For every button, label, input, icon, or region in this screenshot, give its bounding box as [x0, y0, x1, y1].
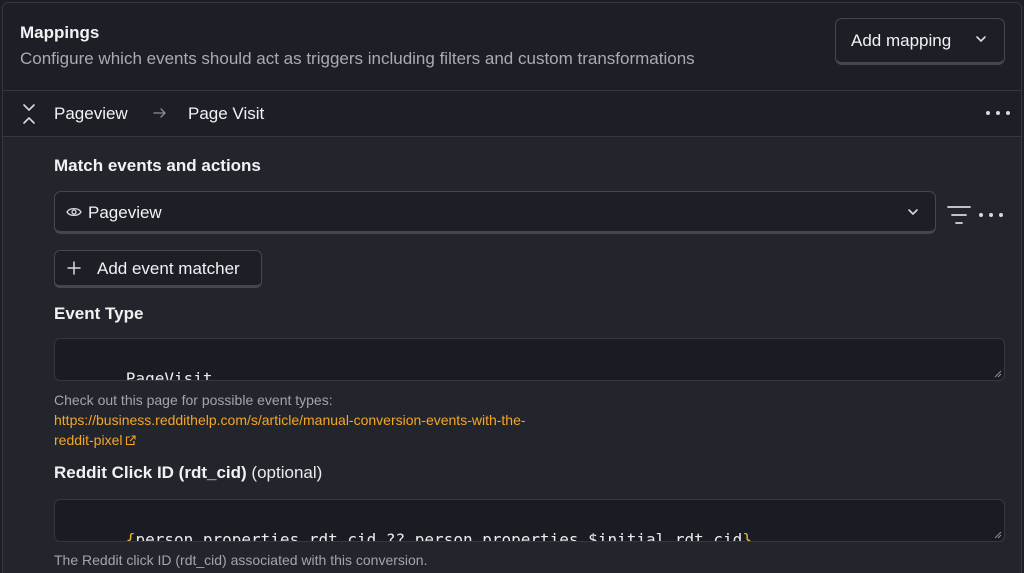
filter-icon[interactable]: [947, 204, 971, 226]
mappings-header: Mappings Configure which events should a…: [3, 3, 1021, 91]
event-type-input[interactable]: PageVisit: [54, 338, 1005, 381]
event-type-help: Check out this page for possible event t…: [54, 392, 333, 408]
page-subtitle: Configure which events should act as tri…: [20, 49, 695, 68]
event-type-label: Event Type: [54, 304, 144, 323]
chevron-down-icon: [908, 209, 918, 215]
more-horizontal-icon[interactable]: [983, 103, 1013, 123]
add-event-matcher-button[interactable]: Add event matcher: [54, 250, 262, 288]
mapping-row[interactable]: Pageview Page Visit: [3, 91, 1021, 137]
add-event-matcher-label: Add event matcher: [97, 259, 240, 278]
add-mapping-label: Add mapping: [851, 30, 952, 50]
rdt-cid-label: Reddit Click ID (rdt_cid) (optional): [54, 463, 322, 483]
selected-event-value: Pageview: [88, 203, 162, 222]
chevron-down-icon: [976, 36, 986, 42]
rdt-cid-value: person.properties.rdt_cid ?? person.prop…: [135, 530, 743, 542]
plus-icon: [67, 261, 81, 275]
arrow-right-icon: [153, 108, 166, 118]
rdt-cid-help: The Reddit click ID (rdt_cid) associated…: [54, 552, 428, 568]
mapping-target-event: Page Visit: [188, 104, 265, 123]
page-title: Mappings: [20, 23, 100, 42]
optional-tag: (optional): [251, 463, 323, 482]
mapping-body: Match events and actions Pageview Add ev…: [3, 137, 1021, 573]
event-types-link-line1: https://business.reddithelp.com/s/articl…: [54, 412, 526, 428]
rdt-cid-label-text: Reddit Click ID (rdt_cid): [54, 463, 247, 482]
event-matcher-select[interactable]: Pageview: [54, 191, 936, 234]
event-type-value: PageVisit: [125, 369, 213, 381]
match-events-label: Match events and actions: [54, 156, 261, 175]
more-horizontal-icon[interactable]: [977, 205, 1005, 225]
event-types-link-line2: reddit-pixel: [54, 432, 123, 448]
resize-grip-icon[interactable]: [994, 370, 1002, 378]
mapping-source-event: Pageview: [54, 104, 128, 123]
template-brace-close: }: [742, 530, 752, 542]
collapse-icon[interactable]: [21, 103, 37, 125]
template-brace-open: {: [125, 530, 136, 542]
add-mapping-button[interactable]: Add mapping: [835, 18, 1005, 65]
rdt-cid-input[interactable]: {person.properties.rdt_cid ?? person.pro…: [54, 499, 1005, 542]
eye-icon: [66, 207, 82, 217]
resize-grip-icon[interactable]: [994, 531, 1002, 539]
mappings-panel: Mappings Configure which events should a…: [2, 2, 1022, 573]
external-link-icon: [126, 435, 137, 446]
event-types-link[interactable]: https://business.reddithelp.com/s/articl…: [54, 410, 614, 450]
